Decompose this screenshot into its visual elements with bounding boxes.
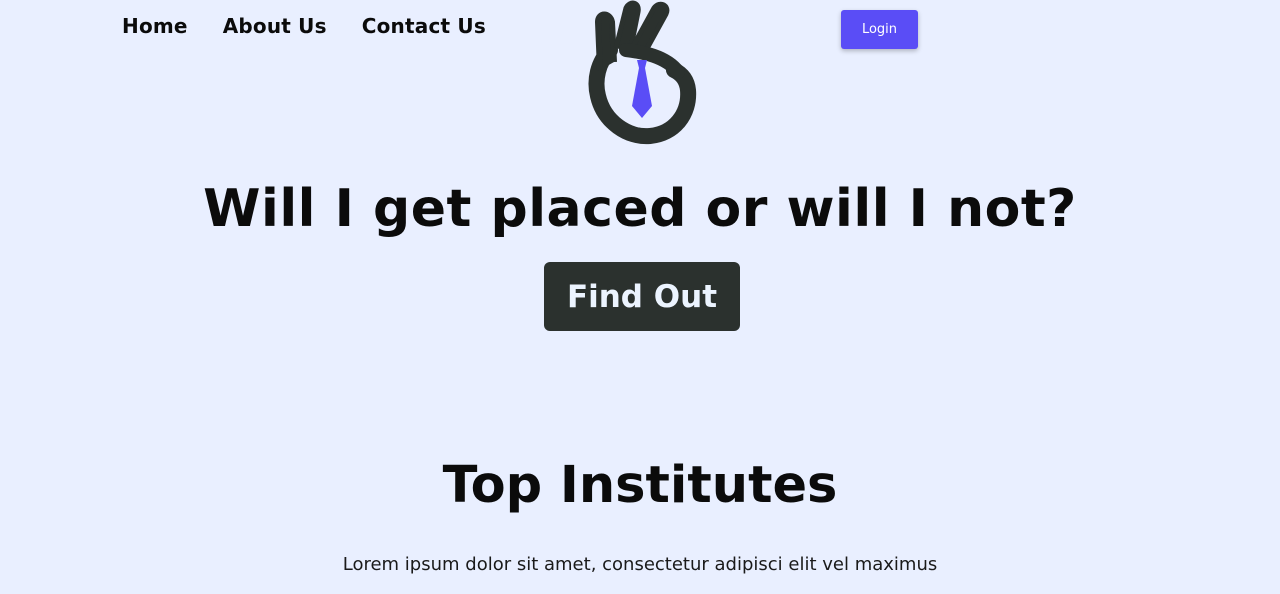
main-nav: Home About Us Contact Us — [122, 12, 486, 40]
find-out-button[interactable]: Find Out — [544, 262, 740, 331]
landing-page: Home About Us Contact Us Login Will I ge… — [0, 0, 1280, 594]
nav-link-home[interactable]: Home — [122, 12, 188, 40]
login-button[interactable]: Login — [841, 10, 918, 49]
nav-link-contact-us[interactable]: Contact Us — [362, 12, 486, 40]
top-institutes-title: Top Institutes — [442, 456, 838, 515]
hero-title: Will I get placed or will I not? — [203, 179, 1077, 239]
ok-hand-with-tie-icon[interactable] — [586, 0, 698, 146]
logo-svg — [588, 0, 697, 145]
top-institutes-description: Lorem ipsum dolor sit amet, consectetur … — [342, 554, 938, 575]
nav-link-about-us[interactable]: About Us — [223, 12, 327, 40]
